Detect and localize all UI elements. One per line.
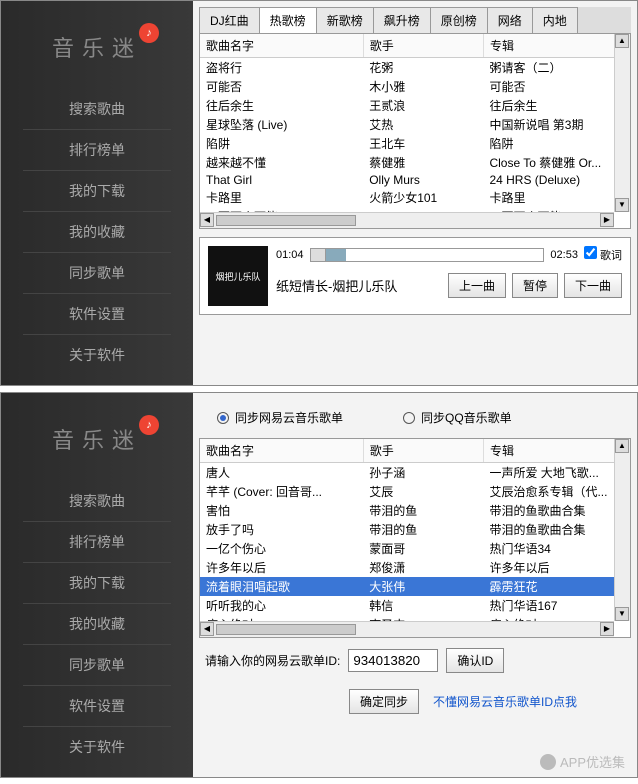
table-row[interactable]: 盗将行花粥粥请客（二） — [200, 58, 630, 78]
scroll-up-icon[interactable]: ▲ — [615, 34, 629, 48]
tab-3[interactable]: 飙升榜 — [373, 7, 431, 33]
radio-dot-icon — [217, 412, 229, 424]
playlist-id-input[interactable] — [348, 649, 438, 672]
time-current: 01:04 — [276, 249, 304, 261]
scrollbar-horizontal[interactable]: ◀ ▶ — [200, 621, 614, 637]
scroll-down-icon[interactable]: ▼ — [615, 198, 629, 212]
tab-4[interactable]: 原创榜 — [430, 7, 488, 33]
table-row[interactable]: 芊芊 (Cover: 回音哥...艾辰艾辰治愈系专辑（代... — [200, 482, 630, 501]
nav-item-1[interactable]: 排行榜单 — [23, 522, 171, 563]
sync-table-wrap: 歌曲名字歌手专辑 唐人孙子涵一声所爱 大地飞歌...芊芊 (Cover: 回音哥… — [199, 438, 631, 638]
nav-item-2[interactable]: 我的下载 — [23, 171, 171, 212]
tab-1[interactable]: 热歌榜 — [259, 7, 317, 33]
radio-qq[interactable]: 同步QQ音乐歌单 — [403, 409, 512, 426]
tab-0[interactable]: DJ红曲 — [199, 7, 260, 33]
sidebar: ♪ 音乐迷 搜索歌曲排行榜单我的下载我的收藏同步歌单软件设置关于软件 — [1, 393, 193, 777]
nav-item-3[interactable]: 我的收藏 — [23, 212, 171, 253]
main-area-ranking: DJ红曲热歌榜新歌榜飙升榜原创榜网络内地 歌曲名字歌手专辑 盗将行花粥粥请客（二… — [193, 1, 637, 385]
nav-item-6[interactable]: 关于软件 — [23, 335, 171, 375]
table-row[interactable]: 陷阱王北车陷阱 — [200, 134, 630, 153]
scroll-down-icon[interactable]: ▼ — [615, 607, 629, 621]
nav-item-5[interactable]: 软件设置 — [23, 294, 171, 335]
radio-dot-icon — [403, 412, 415, 424]
id-label: 请输入你的网易云歌单ID: — [205, 652, 340, 669]
column-header[interactable]: 歌手 — [363, 439, 483, 463]
nav-item-0[interactable]: 搜索歌曲 — [23, 481, 171, 522]
scroll-right-icon[interactable]: ▶ — [600, 622, 614, 636]
table-row[interactable]: 听听我的心韩信热门华语167 — [200, 596, 630, 615]
scroll-left-icon[interactable]: ◀ — [200, 622, 214, 636]
help-link[interactable]: 不懂网易云音乐歌单ID点我 — [433, 693, 577, 710]
table-row[interactable]: That GirlOlly Murs24 HRS (Deluxe) — [200, 172, 630, 188]
scroll-left-icon[interactable]: ◀ — [200, 213, 214, 227]
tab-2[interactable]: 新歌榜 — [316, 7, 374, 33]
table-row[interactable]: 唐人孙子涵一声所爱 大地飞歌... — [200, 463, 630, 483]
ranking-tabs: DJ红曲热歌榜新歌榜飙升榜原创榜网络内地 — [199, 7, 631, 33]
radio-netease[interactable]: 同步网易云音乐歌单 — [217, 409, 343, 426]
scrollbar-vertical[interactable]: ▲ ▼ — [614, 439, 630, 621]
scroll-thumb[interactable] — [216, 624, 356, 635]
column-header[interactable]: 歌曲名字 — [200, 34, 363, 58]
nav-item-1[interactable]: 排行榜单 — [23, 130, 171, 171]
tab-5[interactable]: 网络 — [487, 7, 533, 33]
table-row[interactable]: 害怕带泪的鱼带泪的鱼歌曲合集 — [200, 501, 630, 520]
scroll-up-icon[interactable]: ▲ — [615, 439, 629, 453]
sync-confirm-button[interactable]: 确定同步 — [349, 689, 419, 714]
scrollbar-vertical[interactable]: ▲ ▼ — [614, 34, 630, 212]
table-row[interactable]: 可能否木小雅可能否 — [200, 77, 630, 96]
lyric-checkbox[interactable]: 歌词 — [584, 246, 622, 263]
album-art: 烟把儿乐队 — [208, 246, 268, 306]
music-note-icon: ♪ — [139, 23, 159, 43]
table-row[interactable]: 一亿个伤心蒙面哥热门华语34 — [200, 539, 630, 558]
table-row[interactable]: 流着眼泪唱起歌大张伟霹雳狂花 — [200, 577, 630, 596]
table-row[interactable]: 往后余生王贰浪往后余生 — [200, 96, 630, 115]
nav-item-0[interactable]: 搜索歌曲 — [23, 89, 171, 130]
progress-slider[interactable] — [310, 248, 545, 262]
tab-6[interactable]: 内地 — [532, 7, 578, 33]
music-note-icon: ♪ — [139, 415, 159, 435]
column-header[interactable]: 歌手 — [363, 34, 483, 58]
song-table-wrap: 歌曲名字歌手专辑 盗将行花粥粥请客（二）可能否木小雅可能否往后余生王贰浪往后余生… — [199, 33, 631, 229]
next-button[interactable]: 下一曲 — [564, 273, 622, 298]
column-header[interactable]: 专辑 — [483, 34, 629, 58]
app-panel-ranking: ♪ 音乐迷 搜索歌曲排行榜单我的下载我的收藏同步歌单软件设置关于软件 DJ红曲热… — [0, 0, 638, 386]
confirm-id-button[interactable]: 确认ID — [446, 648, 504, 673]
app-title: 音乐迷 — [52, 31, 142, 63]
nav-item-4[interactable]: 同步歌单 — [23, 645, 171, 686]
wechat-icon — [540, 754, 556, 770]
scroll-right-icon[interactable]: ▶ — [600, 213, 614, 227]
watermark: APP优选集 — [540, 752, 625, 771]
table-row[interactable]: 放手了吗带泪的鱼带泪的鱼歌曲合集 — [200, 520, 630, 539]
now-playing-title: 纸短情长-烟把儿乐队 — [276, 276, 442, 295]
pause-button[interactable]: 暂停 — [512, 273, 558, 298]
playlist-id-row: 请输入你的网易云歌单ID: 确认ID — [199, 638, 631, 683]
nav-item-5[interactable]: 软件设置 — [23, 686, 171, 727]
app-title: 音乐迷 — [52, 423, 142, 455]
scroll-thumb[interactable] — [216, 215, 356, 226]
main-area-sync: 同步网易云音乐歌单 同步QQ音乐歌单 歌曲名字歌手专辑 唐人孙子涵一声所爱 大地… — [193, 393, 637, 777]
prev-button[interactable]: 上一曲 — [448, 273, 506, 298]
song-table: 歌曲名字歌手专辑 盗将行花粥粥请客（二）可能否木小雅可能否往后余生王贰浪往后余生… — [200, 34, 630, 229]
nav-item-4[interactable]: 同步歌单 — [23, 253, 171, 294]
table-row[interactable]: 越来越不懂蔡健雅Close To 蔡健雅 Or... — [200, 153, 630, 172]
sidebar: ♪ 音乐迷 搜索歌曲排行榜单我的下载我的收藏同步歌单软件设置关于软件 — [1, 1, 193, 385]
table-row[interactable]: 星球坠落 (Live)艾热中国新说唱 第3期 — [200, 115, 630, 134]
column-header[interactable]: 专辑 — [483, 439, 629, 463]
scrollbar-horizontal[interactable]: ◀ ▶ — [200, 212, 614, 228]
sync-source-radio-group: 同步网易云音乐歌单 同步QQ音乐歌单 — [199, 399, 631, 438]
player-bar: 烟把儿乐队 01:04 02:53 歌词 纸短情长-烟把儿乐队 上一曲 暂停 下… — [199, 237, 631, 315]
table-row[interactable]: 许多年以后郑俊潇许多年以后 — [200, 558, 630, 577]
nav-item-3[interactable]: 我的收藏 — [23, 604, 171, 645]
app-panel-sync: ♪ 音乐迷 搜索歌曲排行榜单我的下载我的收藏同步歌单软件设置关于软件 同步网易云… — [0, 392, 638, 778]
nav-item-6[interactable]: 关于软件 — [23, 727, 171, 767]
time-total: 02:53 — [550, 249, 578, 261]
sync-song-table: 歌曲名字歌手专辑 唐人孙子涵一声所爱 大地飞歌...芊芊 (Cover: 回音哥… — [200, 439, 630, 638]
table-row[interactable]: 卡路里火箭少女101卡路里 — [200, 188, 630, 207]
column-header[interactable]: 歌曲名字 — [200, 439, 363, 463]
nav-item-2[interactable]: 我的下载 — [23, 563, 171, 604]
